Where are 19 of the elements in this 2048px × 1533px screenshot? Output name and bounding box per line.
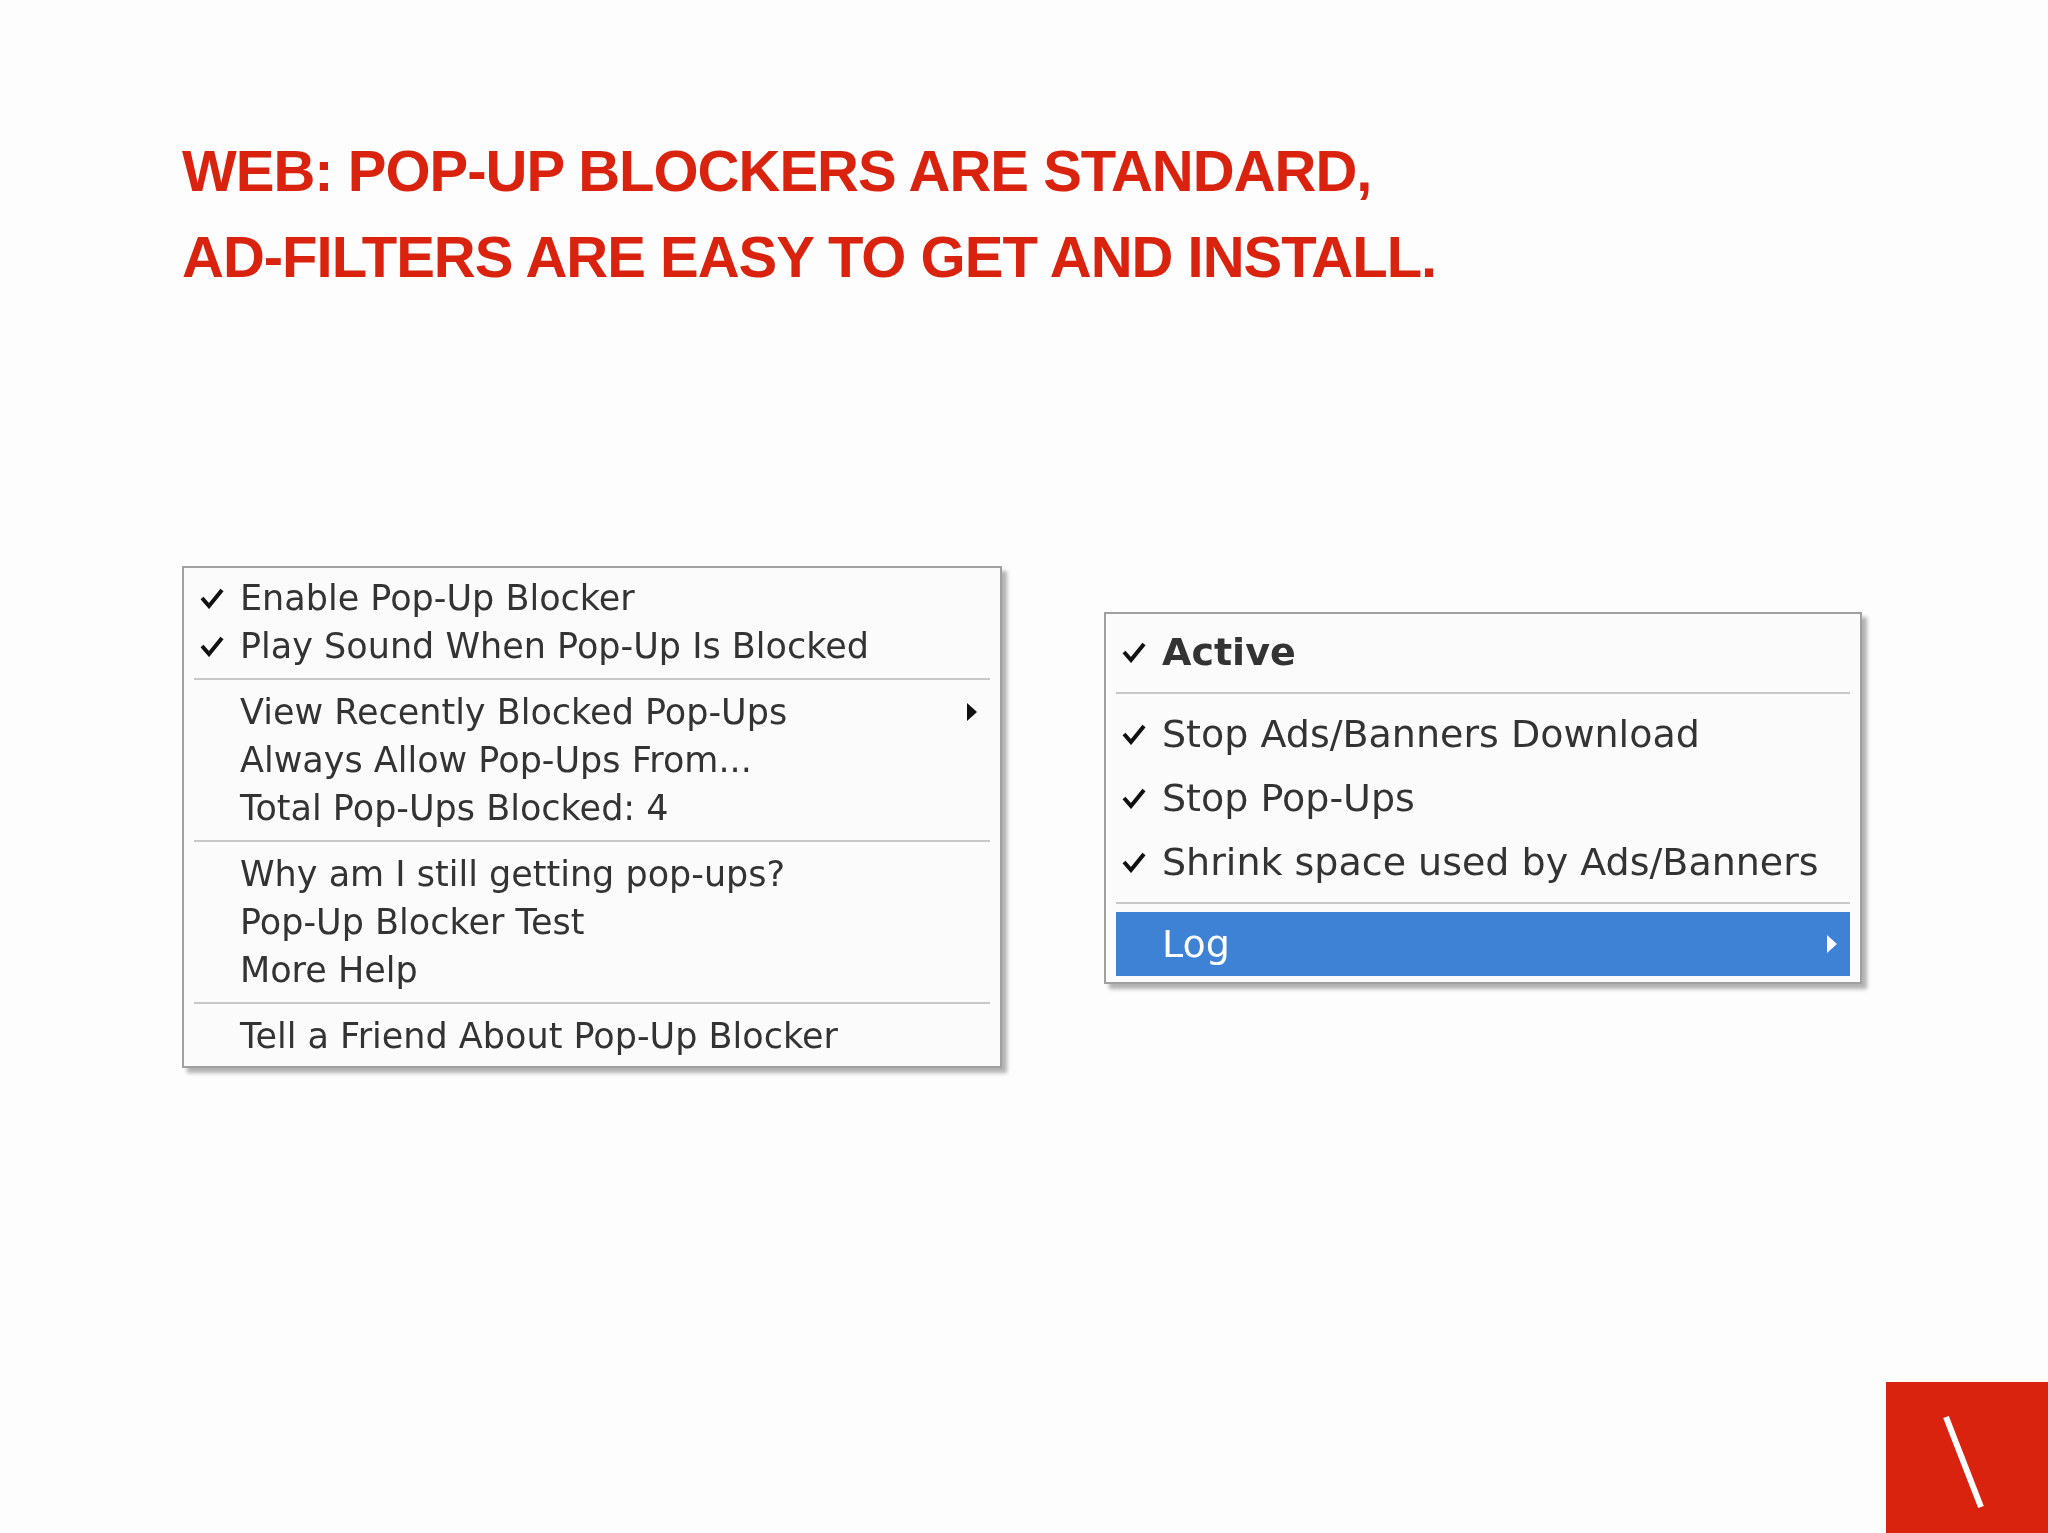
menu-item[interactable]: Why am I still getting pop-ups? bbox=[194, 850, 990, 898]
logo-icon bbox=[1886, 1382, 2048, 1533]
menu-item[interactable]: Shrink space used by Ads/Banners bbox=[1116, 830, 1850, 894]
menu-item[interactable]: Tell a Friend About Pop-Up Blocker bbox=[194, 1012, 990, 1060]
submenu-arrow-icon bbox=[966, 701, 978, 723]
menu-item[interactable]: Pop-Up Blocker Test bbox=[194, 898, 990, 946]
menu-item[interactable]: Enable Pop-Up Blocker bbox=[194, 574, 990, 622]
menu-item[interactable]: Stop Pop-Ups bbox=[1116, 766, 1850, 830]
submenu-arrow-icon bbox=[1826, 933, 1838, 955]
menu-item[interactable]: Play Sound When Pop-Up Is Blocked bbox=[194, 622, 990, 670]
menu-item[interactable]: Active bbox=[1116, 620, 1850, 684]
menu-item[interactable]: Log bbox=[1116, 912, 1850, 976]
slide-title: WEB: POP-UP BLOCKERS ARE STANDARD, bbox=[182, 137, 1373, 205]
menu-item[interactable]: Always Allow Pop-Ups From... bbox=[194, 736, 990, 784]
slide-title: AD-FILTERS ARE EASY TO GET AND INSTALL. bbox=[182, 223, 1438, 291]
menu-item[interactable]: Stop Ads/Banners Download bbox=[1116, 702, 1850, 766]
menu-item[interactable]: Total Pop-Ups Blocked: 4 bbox=[194, 784, 990, 832]
menu-item[interactable]: More Help bbox=[194, 946, 990, 994]
menu-item[interactable]: View Recently Blocked Pop-Ups bbox=[194, 688, 990, 736]
